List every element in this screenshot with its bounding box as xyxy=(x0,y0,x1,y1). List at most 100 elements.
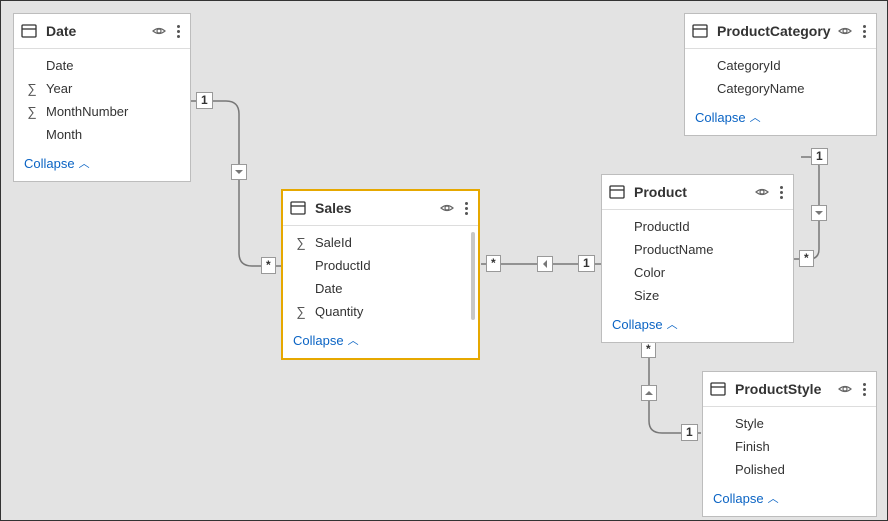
field-name: Finish xyxy=(735,439,866,454)
table-card-productcategory[interactable]: ProductCategory CategoryId CategoryName … xyxy=(684,13,877,136)
field-name: Month xyxy=(46,127,180,142)
filter-direction-icon xyxy=(811,205,827,221)
field-row[interactable]: ∑Quantity xyxy=(287,303,474,320)
visibility-icon[interactable] xyxy=(837,381,853,397)
collapse-button[interactable]: Collapse ︿ xyxy=(14,149,190,181)
field-name: CategoryId xyxy=(717,58,866,73)
cardinality-label: 1 xyxy=(681,424,698,441)
collapse-label: Collapse xyxy=(695,110,746,125)
table-icon xyxy=(289,199,307,217)
field-row[interactable]: Style xyxy=(707,415,872,432)
table-title: Date xyxy=(44,23,145,39)
more-options-icon[interactable] xyxy=(173,25,184,38)
table-icon xyxy=(20,22,38,40)
collapse-button[interactable]: Collapse ︿ xyxy=(283,326,478,358)
field-row[interactable]: ProductName xyxy=(606,241,789,258)
field-row[interactable]: Size xyxy=(606,287,789,304)
more-options-icon[interactable] xyxy=(776,186,787,199)
field-row[interactable]: ProductId xyxy=(287,257,474,274)
cardinality-label: 1 xyxy=(811,148,828,165)
table-title: Product xyxy=(632,184,748,200)
chevron-up-icon: ︿ xyxy=(348,332,359,348)
more-options-icon[interactable] xyxy=(859,383,870,396)
table-icon xyxy=(709,380,727,398)
table-header[interactable]: ProductCategory xyxy=(685,14,876,49)
collapse-button[interactable]: Collapse ︿ xyxy=(703,484,876,516)
scrollbar[interactable] xyxy=(471,232,475,320)
table-icon xyxy=(691,22,709,40)
sigma-icon: ∑ xyxy=(24,81,40,96)
visibility-icon[interactable] xyxy=(439,200,455,216)
sigma-icon: ∑ xyxy=(293,235,309,250)
table-title: ProductCategory xyxy=(715,23,831,39)
cardinality-label: 1 xyxy=(196,92,213,109)
field-row[interactable]: Date xyxy=(18,57,186,74)
visibility-icon[interactable] xyxy=(754,184,770,200)
field-row[interactable]: Finish xyxy=(707,438,872,455)
field-list: CategoryId CategoryName xyxy=(685,49,876,103)
field-row[interactable]: CategoryName xyxy=(689,80,872,97)
table-header[interactable]: ProductStyle xyxy=(703,372,876,407)
field-list: ∑ SaleId ProductId Date ∑Quantity xyxy=(283,226,478,326)
field-name: MonthNumber xyxy=(46,104,180,119)
filter-direction-icon xyxy=(231,164,247,180)
field-name: Date xyxy=(46,58,180,73)
collapse-label: Collapse xyxy=(293,333,344,348)
chevron-up-icon: ︿ xyxy=(768,490,779,506)
field-name: CategoryName xyxy=(717,81,866,96)
table-card-date[interactable]: Date Date ∑ Year ∑ MonthNumber Month Colla… xyxy=(13,13,191,182)
field-row[interactable]: ∑ MonthNumber xyxy=(18,103,186,120)
collapse-label: Collapse xyxy=(713,491,764,506)
sigma-icon: ∑ xyxy=(24,104,40,119)
field-name: Size xyxy=(634,288,783,303)
collapse-button[interactable]: Collapse ︿ xyxy=(602,310,793,342)
cardinality-label: * xyxy=(486,255,501,272)
cardinality-label: * xyxy=(641,341,656,358)
filter-direction-icon xyxy=(641,385,657,401)
field-name: Date xyxy=(315,281,468,296)
field-row[interactable]: CategoryId xyxy=(689,57,872,74)
table-title: ProductStyle xyxy=(733,381,831,397)
field-row[interactable]: ∑ Year xyxy=(18,80,186,97)
table-header[interactable]: Date xyxy=(14,14,190,49)
field-name: ProductId xyxy=(634,219,783,234)
model-diagram-canvas[interactable]: 1 * * 1 * 1 * 1 Date Date ∑Year ∑MonthN xyxy=(0,0,888,521)
table-card-product[interactable]: Product ProductId ProductName Color Size… xyxy=(601,174,794,343)
table-icon xyxy=(608,183,626,201)
field-name: Color xyxy=(634,265,783,280)
field-name: ProductId xyxy=(315,258,468,273)
field-row[interactable]: ∑ SaleId xyxy=(287,234,474,251)
table-header[interactable]: Product xyxy=(602,175,793,210)
field-name: Polished xyxy=(735,462,866,477)
field-row[interactable]: Color xyxy=(606,264,789,281)
field-row[interactable]: ProductId xyxy=(606,218,789,235)
cardinality-label: * xyxy=(261,257,276,274)
field-list: Style Finish Polished xyxy=(703,407,876,484)
chevron-up-icon: ︿ xyxy=(667,316,678,332)
cardinality-label: 1 xyxy=(578,255,595,272)
filter-direction-icon xyxy=(537,256,553,272)
collapse-label: Collapse xyxy=(24,156,75,171)
field-list: Date ∑ Year ∑ MonthNumber Month xyxy=(14,49,190,149)
collapse-button[interactable]: Collapse ︿ xyxy=(685,103,876,135)
table-card-sales[interactable]: Sales ∑ SaleId ProductId Date ∑Quantity C… xyxy=(281,189,480,360)
field-row[interactable]: Date xyxy=(287,280,474,297)
visibility-icon[interactable] xyxy=(837,23,853,39)
field-name: Style xyxy=(735,416,866,431)
field-name: SaleId xyxy=(315,235,468,250)
more-options-icon[interactable] xyxy=(461,202,472,215)
table-header[interactable]: Sales xyxy=(283,191,478,226)
chevron-up-icon: ︿ xyxy=(750,109,761,125)
field-row[interactable]: Month xyxy=(18,126,186,143)
more-options-icon[interactable] xyxy=(859,25,870,38)
visibility-icon[interactable] xyxy=(151,23,167,39)
chevron-up-icon: ︿ xyxy=(79,155,90,171)
field-list: ProductId ProductName Color Size xyxy=(602,210,793,310)
table-title: Sales xyxy=(313,200,433,216)
cardinality-label: * xyxy=(799,250,814,267)
field-name: Year xyxy=(46,81,180,96)
table-card-productstyle[interactable]: ProductStyle Style Finish Polished Colla… xyxy=(702,371,877,517)
collapse-label: Collapse xyxy=(612,317,663,332)
field-row[interactable]: Polished xyxy=(707,461,872,478)
field-name: ProductName xyxy=(634,242,783,257)
